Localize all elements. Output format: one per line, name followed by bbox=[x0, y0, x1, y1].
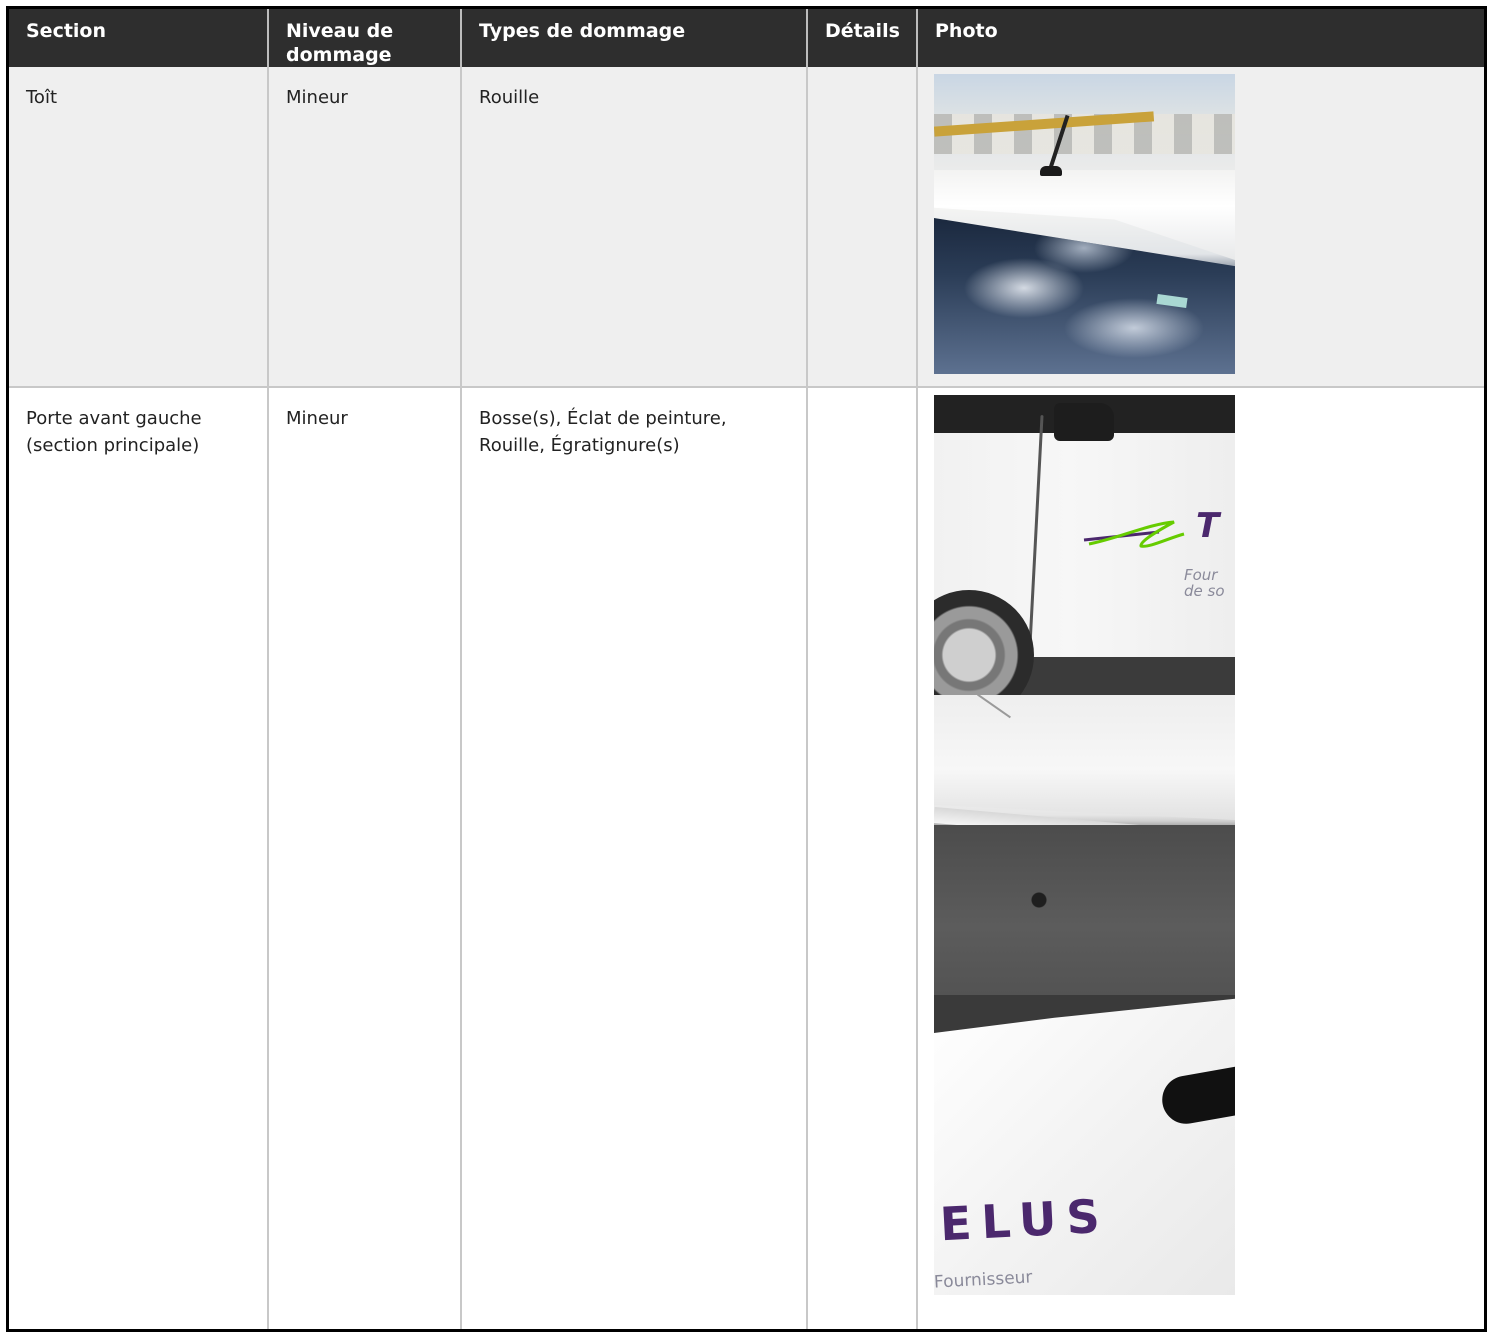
photo-tagline: Four de so bbox=[1184, 567, 1225, 599]
photo-brand-text: ELUS bbox=[938, 1188, 1111, 1252]
photo-brand-letter: T bbox=[1196, 506, 1220, 546]
header-damage-types: Types de dommage bbox=[461, 9, 808, 67]
cell-damage-level: Mineur bbox=[268, 67, 462, 388]
photo-door-seam bbox=[1027, 415, 1044, 665]
door-sill-photo[interactable] bbox=[934, 695, 1235, 995]
damage-table: Section Niveau de dommage Types de domma… bbox=[9, 9, 1484, 1329]
cell-section: Toît bbox=[9, 67, 269, 388]
photo-antenna-base bbox=[1040, 166, 1062, 176]
table-row: Toît Mineur Rouille bbox=[9, 67, 1484, 388]
header-details: Détails bbox=[807, 9, 918, 67]
photo-wheel bbox=[934, 590, 1034, 695]
door-logo-photo[interactable]: ELUS Fournisseur bbox=[934, 995, 1235, 1295]
cell-section: Porte avant gauche (section principale) bbox=[9, 387, 269, 1329]
photo-brand-tagline: Fournisseur bbox=[934, 1267, 1033, 1293]
header-damage-level: Niveau de dommage bbox=[268, 9, 462, 67]
table-header-row: Section Niveau de dommage Types de domma… bbox=[9, 9, 1484, 67]
photo-side-mirror bbox=[1054, 403, 1114, 441]
photo-door-panel bbox=[934, 695, 1235, 820]
roof-rust-photo[interactable] bbox=[934, 74, 1235, 374]
brand-swoosh-icon bbox=[1083, 520, 1185, 548]
cell-damage-level: Mineur bbox=[268, 387, 462, 1329]
photo-asphalt bbox=[934, 825, 1235, 995]
damage-report-frame: Section Niveau de dommage Types de domma… bbox=[6, 6, 1487, 1332]
photo-door-handle bbox=[1158, 1066, 1235, 1128]
cell-damage-types: Bosse(s), Éclat de peinture, Rouille, Ég… bbox=[461, 387, 808, 1329]
header-photo: Photo bbox=[917, 9, 1484, 67]
photo-tagline-line2: de so bbox=[1184, 582, 1225, 600]
header-section: Section bbox=[9, 9, 269, 67]
cell-damage-types: Rouille bbox=[461, 67, 808, 388]
cell-details bbox=[807, 67, 918, 388]
table-row: Porte avant gauche (section principale) … bbox=[9, 387, 1484, 1329]
cell-photo: T Four de so ELUS Fournisseur bbox=[917, 387, 1484, 1329]
cell-details bbox=[807, 387, 918, 1329]
cell-photo bbox=[917, 67, 1484, 388]
door-front-photo[interactable]: T Four de so bbox=[934, 395, 1235, 695]
photo-window-edge bbox=[934, 995, 1235, 1033]
photo-tagline-line1: Four bbox=[1184, 566, 1218, 584]
